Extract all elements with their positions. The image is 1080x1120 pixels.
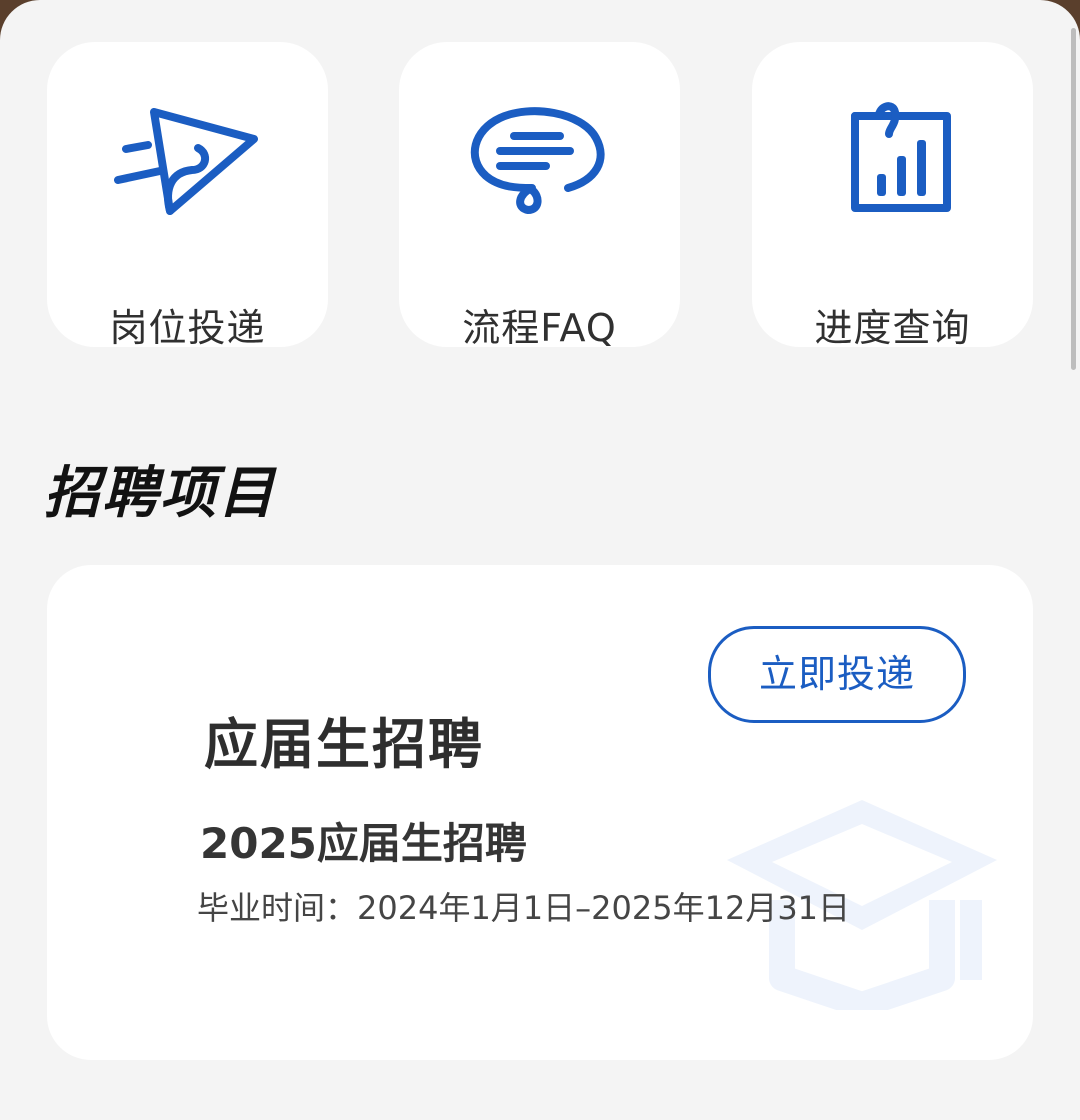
tile-label: 岗位投递 bbox=[109, 306, 266, 350]
section-title: 招聘项目 bbox=[44, 461, 276, 526]
tile-job-application[interactable]: 岗位投递 bbox=[47, 42, 328, 350]
apply-now-button[interactable]: 立即投递 bbox=[708, 626, 966, 723]
tile-label: 进度查询 bbox=[814, 306, 971, 350]
tile-process-faq[interactable]: 流程FAQ bbox=[399, 42, 680, 350]
bar-chart-document-icon bbox=[850, 102, 951, 212]
recruitment-card[interactable]: 立即投递 应届生招聘 2025应届生招聘 毕业时间：2024年1月1日–2025… bbox=[47, 565, 1033, 1060]
tile-label: 流程FAQ bbox=[462, 306, 617, 350]
card-subtitle: 2025应届生招聘 bbox=[200, 819, 527, 868]
paper-plane-icon bbox=[113, 108, 258, 215]
scrollbar[interactable] bbox=[1071, 28, 1076, 370]
chat-bubble-icon bbox=[470, 107, 605, 214]
card-title: 应届生招聘 bbox=[204, 713, 484, 776]
app-sheet: 岗位投递 流程FAQ 进度查询 招聘项目 立即投递 应届生招聘 2025应届生招… bbox=[0, 0, 1080, 1120]
graduation-dates: 毕业时间：2024年1月1日–2025年12月31日 bbox=[197, 889, 851, 927]
tile-progress-query[interactable]: 进度查询 bbox=[752, 42, 1033, 350]
